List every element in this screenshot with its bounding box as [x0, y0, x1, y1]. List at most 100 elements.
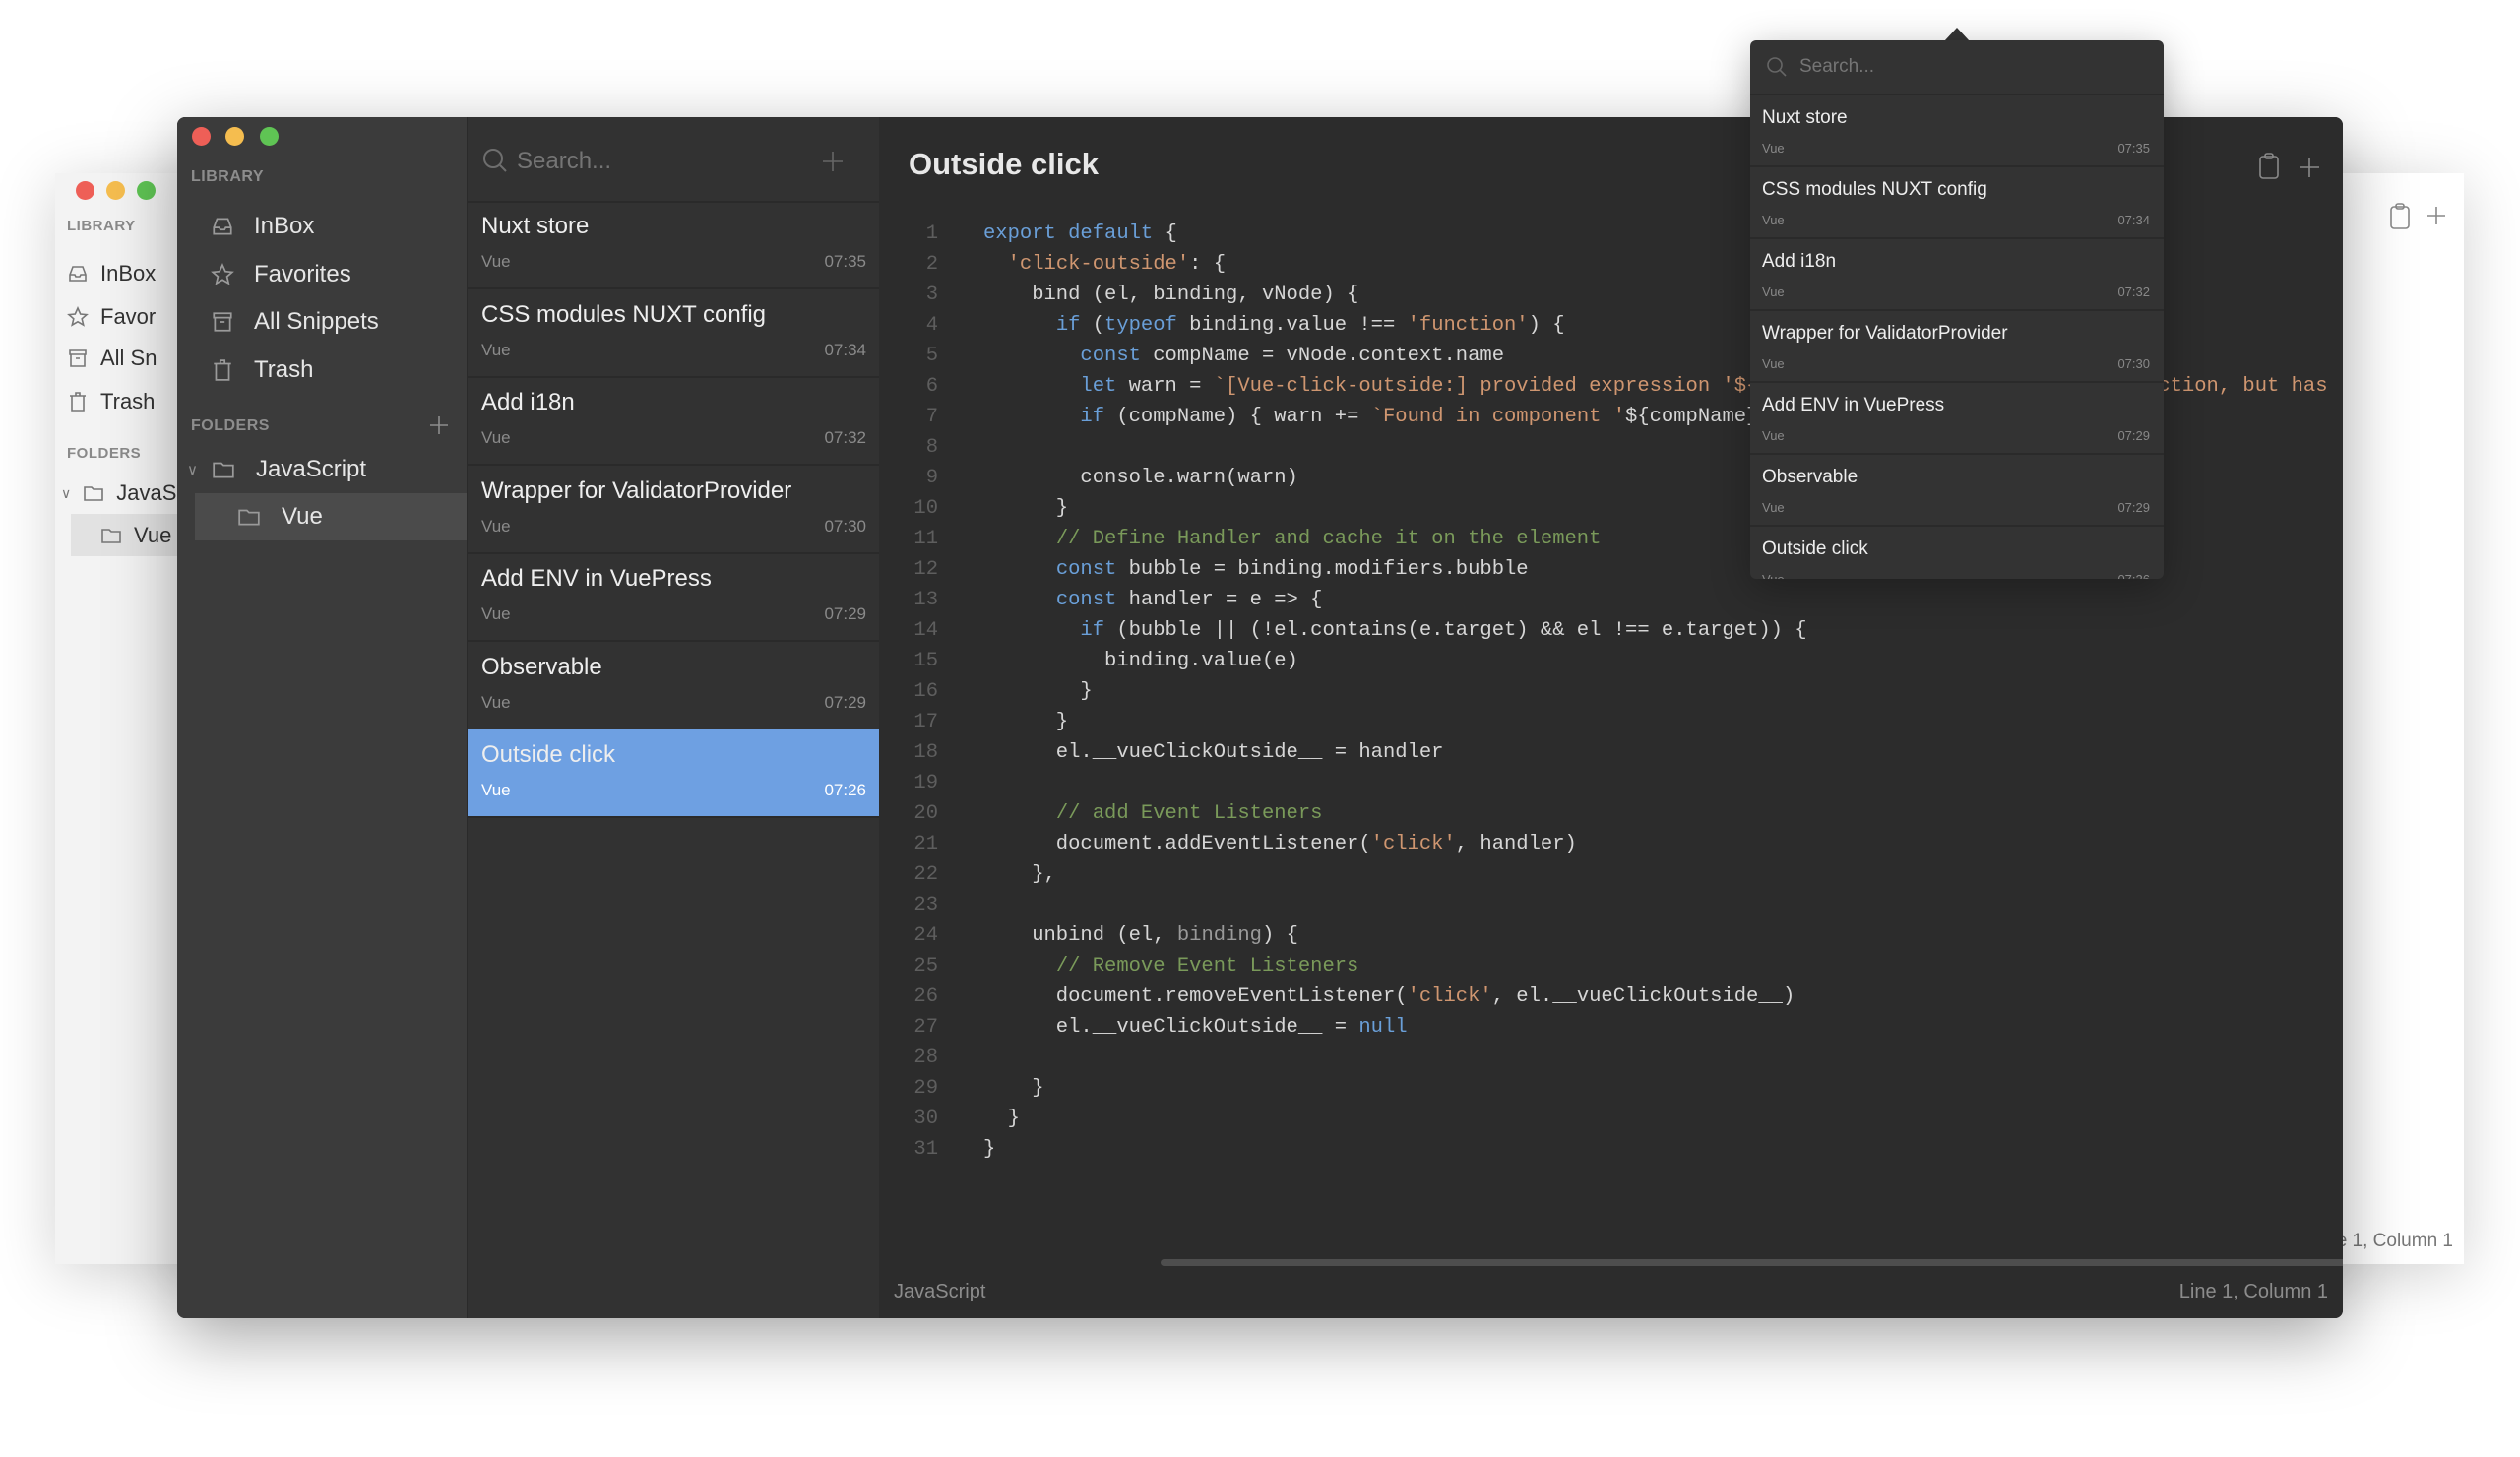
code-token: handler = e => {: [1116, 589, 1323, 611]
snippet-list-item[interactable]: Add i18n Vue 07:32: [468, 377, 880, 466]
line-number: 26: [914, 985, 938, 1008]
code-token: compName = vNode.context.name: [1140, 345, 1504, 367]
line-number: 28: [914, 1046, 938, 1069]
snippet-title: Add ENV in VuePress: [481, 565, 712, 592]
code-text: if (compName) { warn += `Found in compon…: [983, 402, 1806, 432]
sidebar-item-favorites[interactable]: Favorites: [177, 252, 467, 297]
popup-result-item[interactable]: Nuxt store Vue 07:35: [1750, 95, 2164, 167]
snippet-list-item[interactable]: Observable Vue 07:29: [468, 642, 880, 730]
code-text: console.warn(warn): [983, 463, 1297, 493]
snippet-list-item[interactable]: Nuxt store Vue 07:35: [468, 201, 880, 289]
code-token: 'click': [1407, 985, 1492, 1008]
clipboard-icon[interactable]: [2257, 153, 2281, 180]
snippet-title[interactable]: Outside click: [909, 147, 1099, 182]
minimize-button[interactable]: [106, 181, 125, 200]
popup-search-input[interactable]: [1797, 52, 2136, 82]
line-number: 12: [914, 558, 938, 581]
snippet-list-item[interactable]: Outside click Vue 07:26: [468, 729, 880, 818]
popup-result-item[interactable]: CSS modules NUXT config Vue 07:34: [1750, 167, 2164, 239]
bg-sidebar-item-favorites[interactable]: Favor: [67, 297, 156, 337]
add-snippet-button[interactable]: [822, 151, 844, 172]
add-fragment-button[interactable]: [2299, 157, 2320, 178]
folder-icon: [238, 509, 260, 526]
code-line: 26 document.removeEventListener('click',…: [879, 982, 2343, 1012]
line-number: 24: [914, 924, 938, 947]
code-line: 17 }: [879, 707, 2343, 737]
code-line: 14 if (bubble || (!el.contains(e.target)…: [879, 615, 2343, 646]
code-line: 15 binding.value(e): [879, 646, 2343, 676]
snippet-list-item[interactable]: Wrapper for ValidatorProvider Vue 07:30: [468, 466, 880, 554]
code-text: export default {: [983, 219, 1177, 249]
search-icon: [483, 149, 507, 172]
close-button[interactable]: [76, 181, 94, 200]
popup-result-item[interactable]: Add i18n Vue 07:32: [1750, 239, 2164, 311]
sidebar-item-inbox[interactable]: InBox: [177, 204, 467, 249]
code-token: binding.value !==: [1176, 314, 1408, 337]
snippet-category: Vue: [481, 692, 511, 712]
code-token: ) {: [1261, 924, 1298, 947]
code-line: 16 }: [879, 676, 2343, 707]
popup-arrow: [1944, 28, 1970, 41]
sidebar-item-trash[interactable]: Trash: [177, 348, 467, 393]
line-number: 7: [925, 406, 938, 428]
code-text: if (typeof binding.value !== 'function')…: [983, 310, 1565, 341]
result-category: Vue: [1762, 141, 1785, 156]
archive-icon: [213, 312, 232, 332]
result-title: Add i18n: [1762, 251, 1837, 272]
sidebar-item-label: Trash: [254, 356, 314, 383]
close-button[interactable]: [192, 127, 211, 146]
code-token: const: [1055, 558, 1117, 581]
clipboard-icon[interactable]: [2388, 203, 2412, 230]
add-folder-button[interactable]: [429, 415, 449, 435]
line-number: 19: [914, 772, 938, 794]
code-text: el.__vueClickOutside__ = null: [983, 1012, 1408, 1043]
popup-result-item[interactable]: Wrapper for ValidatorProvider Vue 07:30: [1750, 311, 2164, 383]
snippet-list-item[interactable]: Add ENV in VuePress Vue 07:29: [468, 553, 880, 642]
line-number: 22: [914, 863, 938, 886]
folder-javascript[interactable]: ∨ JavaScript: [177, 447, 467, 492]
horizontal-scrollbar[interactable]: [1161, 1259, 2343, 1266]
snippet-list-item[interactable]: CSS modules NUXT config Vue 07:34: [468, 289, 880, 378]
chevron-down-icon[interactable]: ∨: [187, 461, 211, 478]
sidebar-item-all-snippets[interactable]: All Snippets: [177, 299, 467, 345]
folder-icon: [101, 529, 121, 543]
minimize-button[interactable]: [225, 127, 244, 146]
snippet-category: Vue: [481, 604, 511, 623]
popup-result-item[interactable]: Observable Vue 07:29: [1750, 455, 2164, 527]
code-text: const compName = vNode.context.name: [983, 341, 1504, 371]
bg-folder-javascript[interactable]: ∨ JavaS: [61, 474, 176, 513]
bg-sidebar-item-trash[interactable]: Trash: [67, 382, 155, 421]
plus-icon[interactable]: [2426, 205, 2447, 226]
code-token: (: [1080, 314, 1105, 337]
zoom-button[interactable]: [260, 127, 279, 146]
code-token: typeof: [1104, 314, 1177, 337]
popup-result-item[interactable]: Outside click Vue 07:26: [1750, 527, 2164, 579]
folder-vue[interactable]: Vue: [195, 493, 467, 540]
bg-item-label: All Sn: [100, 346, 158, 370]
line-number: 18: [914, 741, 938, 764]
code-text: if (bubble || (!el.contains(e.target) &&…: [983, 615, 1806, 646]
cursor-position: Line 1, Column 1: [2178, 1281, 2328, 1302]
popup-result-item[interactable]: Add ENV in VuePress Vue 07:29: [1750, 383, 2164, 455]
zoom-button[interactable]: [137, 181, 156, 200]
code-token: }: [983, 1077, 1044, 1100]
snippet-time: 07:30: [824, 516, 866, 536]
code-line: 27 el.__vueClickOutside__ = null: [879, 1012, 2343, 1043]
inbox-icon: [69, 266, 87, 282]
language-label[interactable]: JavaScript: [894, 1281, 985, 1303]
code-token: 'function': [1407, 314, 1529, 337]
bg-sidebar-item-all-snippets[interactable]: All Sn: [67, 339, 157, 378]
code-line: 22 },: [879, 859, 2343, 890]
search-input[interactable]: [515, 143, 814, 180]
code-token: }: [983, 680, 1093, 703]
line-number: 16: [914, 680, 938, 703]
code-text: document.addEventListener('click', handl…: [983, 829, 1577, 859]
line-number: 31: [914, 1138, 938, 1161]
bg-sidebar-item-inbox[interactable]: InBox: [67, 254, 156, 293]
code-text: }: [983, 1104, 1020, 1134]
code-text: document.removeEventListener('click', el…: [983, 982, 1795, 1012]
library-label: LIBRARY: [67, 218, 136, 234]
